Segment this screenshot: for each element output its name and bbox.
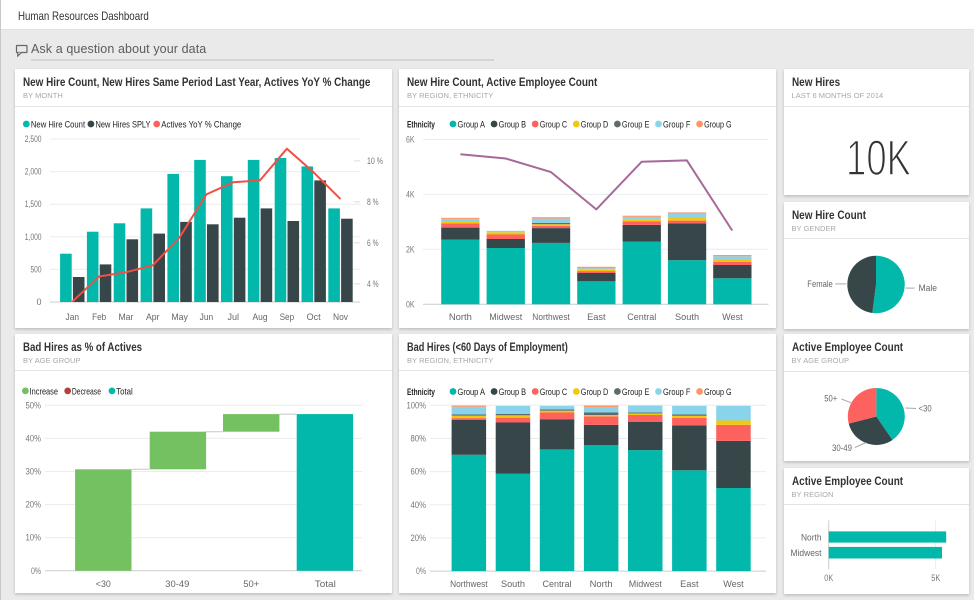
svg-text:20%: 20% <box>411 532 427 542</box>
svg-text:Group E: Group E <box>622 387 650 398</box>
svg-text:6 %: 6 % <box>367 238 379 248</box>
svg-text:80%: 80% <box>411 433 427 443</box>
svg-text:50+: 50+ <box>824 394 837 405</box>
svg-text:Ethnicity: Ethnicity <box>407 387 435 398</box>
svg-text:<30: <30 <box>96 579 111 590</box>
svg-text:Group A: Group A <box>458 120 486 131</box>
svg-text:Northwest: Northwest <box>450 579 488 590</box>
svg-text:40%: 40% <box>26 433 42 443</box>
svg-text:Feb: Feb <box>92 312 106 323</box>
svg-text:Male: Male <box>918 283 936 294</box>
svg-text:50+: 50+ <box>243 579 259 590</box>
svg-text:10%: 10% <box>26 532 42 542</box>
svg-text:60%: 60% <box>411 466 427 476</box>
svg-text:0%: 0% <box>416 566 426 576</box>
svg-text:Midwest: Midwest <box>489 312 522 323</box>
svg-text:Midwest: Midwest <box>629 579 662 590</box>
svg-text:East: East <box>680 579 699 590</box>
svg-text:<30: <30 <box>919 403 932 414</box>
svg-text:May: May <box>171 312 188 323</box>
svg-text:Central: Central <box>627 312 656 323</box>
svg-text:Sep: Sep <box>280 312 295 323</box>
svg-text:0K: 0K <box>824 572 833 582</box>
svg-text:North: North <box>590 579 613 590</box>
svg-text:Jan: Jan <box>66 312 80 323</box>
svg-text:North: North <box>801 532 822 543</box>
svg-text:40%: 40% <box>411 499 427 509</box>
svg-text:4 %: 4 % <box>367 279 379 289</box>
svg-text:West: West <box>723 579 744 590</box>
svg-text:Nov: Nov <box>333 312 348 323</box>
svg-text:4K: 4K <box>406 189 415 199</box>
svg-text:Total: Total <box>116 386 133 397</box>
svg-text:Jun: Jun <box>200 312 214 323</box>
svg-text:2,000: 2,000 <box>25 167 42 177</box>
svg-text:New Hires SPLY: New Hires SPLY <box>96 120 152 131</box>
svg-text:100%: 100% <box>407 400 427 410</box>
svg-text:Group C: Group C <box>540 387 568 398</box>
svg-text:Group A: Group A <box>458 387 486 398</box>
svg-text:2,500: 2,500 <box>25 134 42 144</box>
svg-text:0%: 0% <box>31 565 41 575</box>
svg-text:1,500: 1,500 <box>25 199 42 209</box>
svg-text:30-49: 30-49 <box>832 443 852 454</box>
svg-text:Group E: Group E <box>622 120 650 131</box>
svg-text:1,000: 1,000 <box>25 232 42 242</box>
svg-text:Group F: Group F <box>663 120 691 131</box>
svg-text:North: North <box>449 312 472 323</box>
svg-text:20%: 20% <box>26 499 42 509</box>
svg-text:5K: 5K <box>931 572 940 582</box>
svg-text:Group D: Group D <box>581 120 609 131</box>
svg-text:South: South <box>501 579 525 590</box>
svg-text:500: 500 <box>31 264 42 274</box>
svg-text:2K: 2K <box>406 244 415 254</box>
svg-text:Actives YoY % Change: Actives YoY % Change <box>161 120 241 131</box>
svg-text:Midwest: Midwest <box>791 547 822 558</box>
svg-text:South: South <box>675 312 699 323</box>
svg-text:Ethnicity: Ethnicity <box>407 120 435 131</box>
svg-text:Group G: Group G <box>704 120 732 131</box>
svg-text:6K: 6K <box>406 134 415 144</box>
svg-text:10 %: 10 % <box>367 156 383 166</box>
svg-text:New Hire Count: New Hire Count <box>31 120 85 131</box>
svg-text:West: West <box>722 312 743 323</box>
svg-text:Group C: Group C <box>540 120 568 131</box>
svg-text:Decrease: Decrease <box>72 386 101 397</box>
svg-text:30-49: 30-49 <box>165 579 189 590</box>
svg-text:Female: Female <box>807 278 832 289</box>
svg-text:Aug: Aug <box>253 312 268 323</box>
svg-text:Total: Total <box>315 579 336 590</box>
svg-text:30%: 30% <box>26 466 42 476</box>
svg-text:Mar: Mar <box>118 312 133 323</box>
svg-text:East: East <box>587 312 606 323</box>
svg-text:Central: Central <box>543 579 572 590</box>
svg-text:0: 0 <box>36 297 41 307</box>
svg-text:Group B: Group B <box>499 120 526 131</box>
svg-text:Jul: Jul <box>227 312 239 323</box>
svg-text:Increase: Increase <box>30 386 58 397</box>
svg-text:Northwest: Northwest <box>532 312 570 323</box>
svg-text:50%: 50% <box>26 400 42 410</box>
svg-text:Group F: Group F <box>663 387 691 398</box>
svg-text:Apr: Apr <box>146 312 160 323</box>
svg-text:Group D: Group D <box>581 387 609 398</box>
svg-text:Oct: Oct <box>307 312 321 323</box>
svg-text:8 %: 8 % <box>367 197 379 207</box>
svg-text:Group B: Group B <box>499 387 526 398</box>
svg-text:0K: 0K <box>406 299 415 309</box>
svg-text:Group G: Group G <box>704 387 732 398</box>
